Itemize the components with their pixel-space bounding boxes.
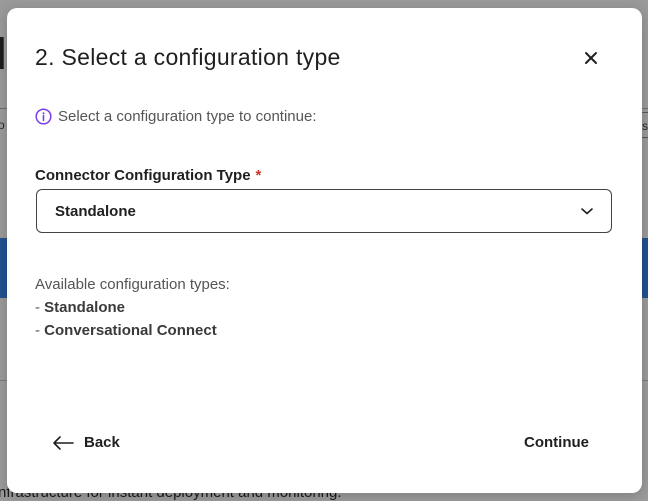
close-button[interactable] <box>579 46 603 70</box>
field-label: Connector Configuration Type * <box>35 167 261 184</box>
back-label: Back <box>84 434 120 451</box>
list-item-name: Standalone <box>44 299 126 316</box>
close-icon <box>585 52 597 64</box>
configuration-type-select[interactable]: Standalone <box>36 189 612 233</box>
arrow-left-icon <box>52 435 74 451</box>
available-types-info: Available configuration types: - Standal… <box>35 273 230 342</box>
dialog-title: 2. Select a configuration type <box>35 44 341 70</box>
configuration-type-dialog: 2. Select a configuration type Select a … <box>7 8 642 493</box>
back-button[interactable]: Back <box>52 434 120 451</box>
list-item-prefix: - <box>35 322 45 339</box>
info-circle-icon <box>35 108 52 125</box>
select-value: Standalone <box>55 202 136 220</box>
field-label-text: Connector Configuration Type <box>35 167 251 184</box>
required-indicator: * <box>255 167 262 184</box>
background-text-fragment: o <box>0 118 5 132</box>
info-message: Select a configuration type to continue: <box>35 108 317 125</box>
list-item: - Conversational Connect <box>35 319 230 342</box>
info-text: Select a configuration type to continue: <box>58 108 317 125</box>
continue-button[interactable]: Continue <box>524 434 589 451</box>
list-item-prefix: - <box>35 299 45 316</box>
chevron-down-icon <box>579 203 595 219</box>
background-heading-fragment: I <box>0 27 7 79</box>
list-item: - Standalone <box>35 296 230 319</box>
available-types-heading: Available configuration types: <box>35 276 230 293</box>
list-item-name: Conversational Connect <box>44 322 217 339</box>
